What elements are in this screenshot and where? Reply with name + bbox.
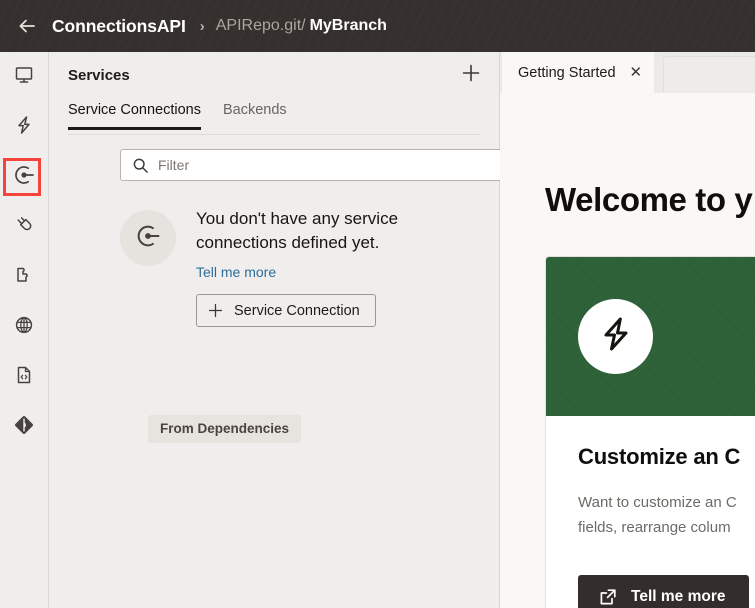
globe-icon (13, 314, 35, 341)
lightning-icon (596, 314, 636, 359)
puzzle-icon (13, 264, 35, 291)
activity-item-files[interactable] (0, 352, 48, 402)
breadcrumb-branch[interactable]: MyBranch (310, 17, 387, 35)
card-body: Customize an C Want to customize an C fi… (546, 416, 755, 608)
editor-area: Getting Started ✕ Welcome to y Customize… (500, 52, 755, 608)
editor-content: Welcome to y Customize an C Want to cust… (500, 93, 755, 608)
add-service-connection-button[interactable]: Service Connection (196, 294, 376, 328)
empty-state-content: You don't have any service connections d… (196, 207, 436, 328)
card-title: Customize an C (578, 444, 741, 469)
breadcrumb-project[interactable]: ConnectionsAPI (52, 16, 186, 37)
external-link-icon (598, 587, 618, 607)
services-panel: Services Service Connections Backends Fi… (49, 52, 529, 608)
tab-backends[interactable]: Backends (223, 102, 287, 127)
service-connection-icon (134, 222, 162, 255)
tab-service-connections[interactable]: Service Connections (68, 102, 201, 130)
from-dependencies-section[interactable]: From Dependencies (148, 415, 302, 443)
tab-getting-started-label: Getting Started (518, 64, 616, 81)
empty-state-message: You don't have any service connections d… (196, 209, 399, 253)
card-banner (546, 257, 755, 416)
activity-item-extensions[interactable] (0, 252, 48, 302)
activity-item-display[interactable] (0, 52, 48, 102)
close-icon[interactable]: ✕ (630, 65, 643, 80)
getting-started-card: Customize an C Want to customize an C fi… (545, 256, 755, 608)
add-service-button[interactable] (457, 61, 485, 89)
filter-field[interactable] (120, 149, 529, 181)
card-text-line1: Want to customize an C (578, 494, 737, 511)
breadcrumb-repo[interactable]: APIRepo.git/ (216, 17, 306, 35)
services-panel-header: Services (49, 52, 499, 98)
tell-me-more-button[interactable]: Tell me more (578, 575, 750, 608)
top-header-bar: ConnectionsAPI › APIRepo.git/ MyBranch (0, 0, 755, 52)
breadcrumb-separator-icon: › (199, 17, 205, 35)
panel-title: Services (68, 66, 130, 84)
plus-icon (460, 62, 482, 89)
empty-state: You don't have any service connections d… (120, 207, 500, 328)
tell-me-more-label: Tell me more (631, 588, 726, 605)
plug-icon (13, 214, 35, 241)
lightning-icon (13, 114, 35, 141)
tabstrip-empty-space (663, 56, 755, 93)
card-badge (578, 299, 653, 374)
back-button[interactable] (12, 11, 42, 41)
activity-item-quick-actions[interactable] (0, 102, 48, 152)
code-file-icon (13, 364, 35, 391)
empty-state-icon-wrap (120, 210, 176, 266)
welcome-heading: Welcome to y (545, 181, 753, 218)
activity-item-services[interactable] (0, 152, 48, 202)
app-window: ConnectionsAPI › APIRepo.git/ MyBranch S… (0, 0, 755, 608)
tell-me-more-link[interactable]: Tell me more (196, 264, 276, 280)
service-connection-icon (12, 163, 36, 192)
add-service-connection-label: Service Connection (234, 302, 360, 319)
plus-icon (207, 302, 224, 319)
activity-item-web[interactable] (0, 302, 48, 352)
activity-item-source-control[interactable] (0, 402, 48, 452)
tab-getting-started[interactable]: Getting Started ✕ (502, 52, 655, 93)
editor-tabstrip: Getting Started ✕ (500, 52, 755, 93)
display-icon (13, 64, 35, 91)
search-icon (132, 157, 149, 174)
activity-bar (0, 52, 49, 608)
card-text-line2: fields, rearrange colum (578, 518, 731, 536)
activity-item-plugins[interactable] (0, 202, 48, 252)
services-tabs: Service Connections Backends (68, 102, 480, 135)
filter-input[interactable] (158, 157, 498, 173)
git-icon (13, 414, 35, 441)
